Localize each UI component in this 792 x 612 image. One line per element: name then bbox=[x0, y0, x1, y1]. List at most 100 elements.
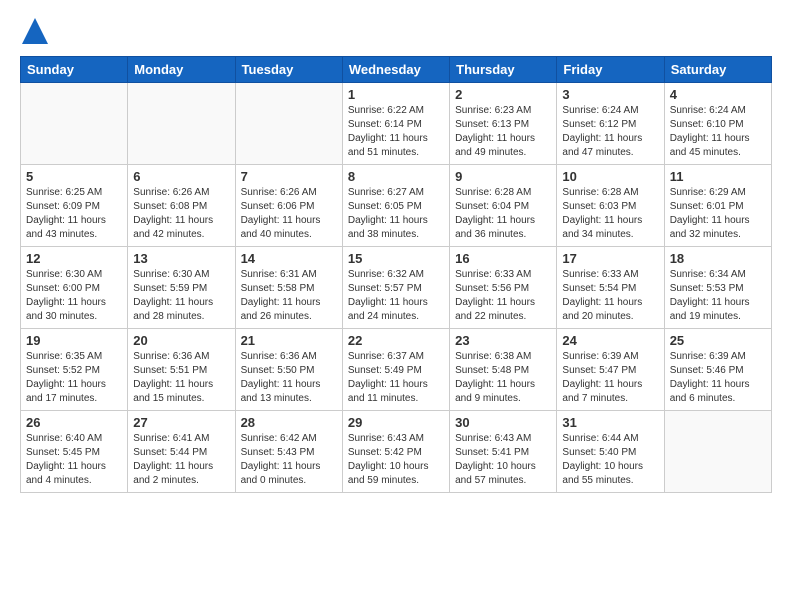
calendar-week-3: 19 Sunrise: 6:35 AM Sunset: 5:52 PM Dayli… bbox=[21, 329, 772, 411]
calendar-table: SundayMondayTuesdayWednesdayThursdayFrid… bbox=[20, 56, 772, 493]
calendar-cell: 25 Sunrise: 6:39 AM Sunset: 5:46 PM Dayli… bbox=[664, 329, 771, 411]
logo bbox=[20, 16, 54, 46]
calendar-cell: 18 Sunrise: 6:34 AM Sunset: 5:53 PM Dayli… bbox=[664, 247, 771, 329]
calendar-header-monday: Monday bbox=[128, 57, 235, 83]
calendar-header-row: SundayMondayTuesdayWednesdayThursdayFrid… bbox=[21, 57, 772, 83]
day-number: 13 bbox=[133, 251, 229, 266]
day-info: Sunrise: 6:22 AM Sunset: 6:14 PM Dayligh… bbox=[348, 104, 444, 160]
day-info: Sunrise: 6:35 AM Sunset: 5:52 PM Dayligh… bbox=[26, 350, 122, 406]
day-number: 20 bbox=[133, 333, 229, 348]
day-number: 21 bbox=[241, 333, 337, 348]
day-number: 10 bbox=[562, 169, 658, 184]
calendar-cell: 22 Sunrise: 6:37 AM Sunset: 5:49 PM Dayli… bbox=[342, 329, 449, 411]
calendar-cell: 11 Sunrise: 6:29 AM Sunset: 6:01 PM Dayli… bbox=[664, 165, 771, 247]
day-number: 5 bbox=[26, 169, 122, 184]
day-number: 24 bbox=[562, 333, 658, 348]
day-number: 18 bbox=[670, 251, 766, 266]
day-number: 25 bbox=[670, 333, 766, 348]
day-info: Sunrise: 6:28 AM Sunset: 6:03 PM Dayligh… bbox=[562, 186, 658, 242]
day-info: Sunrise: 6:39 AM Sunset: 5:46 PM Dayligh… bbox=[670, 350, 766, 406]
header bbox=[20, 16, 772, 46]
day-info: Sunrise: 6:34 AM Sunset: 5:53 PM Dayligh… bbox=[670, 268, 766, 324]
calendar-cell bbox=[128, 83, 235, 165]
day-info: Sunrise: 6:36 AM Sunset: 5:51 PM Dayligh… bbox=[133, 350, 229, 406]
calendar-cell: 17 Sunrise: 6:33 AM Sunset: 5:54 PM Dayli… bbox=[557, 247, 664, 329]
day-number: 15 bbox=[348, 251, 444, 266]
calendar-cell: 14 Sunrise: 6:31 AM Sunset: 5:58 PM Dayli… bbox=[235, 247, 342, 329]
calendar-cell: 4 Sunrise: 6:24 AM Sunset: 6:10 PM Daylig… bbox=[664, 83, 771, 165]
day-info: Sunrise: 6:44 AM Sunset: 5:40 PM Dayligh… bbox=[562, 432, 658, 488]
calendar-week-1: 5Sunrise: 6:25 AM Sunset: 6:09 PM Daylig… bbox=[21, 165, 772, 247]
day-info: Sunrise: 6:30 AM Sunset: 5:59 PM Dayligh… bbox=[133, 268, 229, 324]
calendar-cell: 13 Sunrise: 6:30 AM Sunset: 5:59 PM Dayli… bbox=[128, 247, 235, 329]
calendar-cell: 10 Sunrise: 6:28 AM Sunset: 6:03 PM Dayli… bbox=[557, 165, 664, 247]
day-number: 19 bbox=[26, 333, 122, 348]
calendar-header-friday: Friday bbox=[557, 57, 664, 83]
calendar-header-wednesday: Wednesday bbox=[342, 57, 449, 83]
calendar-header-sunday: Sunday bbox=[21, 57, 128, 83]
day-info: Sunrise: 6:31 AM Sunset: 5:58 PM Dayligh… bbox=[241, 268, 337, 324]
day-number: 29 bbox=[348, 415, 444, 430]
day-number: 12 bbox=[26, 251, 122, 266]
calendar-cell: 23 Sunrise: 6:38 AM Sunset: 5:48 PM Dayli… bbox=[450, 329, 557, 411]
day-number: 8 bbox=[348, 169, 444, 184]
calendar-week-2: 12 Sunrise: 6:30 AM Sunset: 6:00 PM Dayli… bbox=[21, 247, 772, 329]
day-info: Sunrise: 6:37 AM Sunset: 5:49 PM Dayligh… bbox=[348, 350, 444, 406]
calendar-cell: 26Sunrise: 6:40 AM Sunset: 5:45 PM Dayli… bbox=[21, 411, 128, 493]
day-number: 14 bbox=[241, 251, 337, 266]
day-number: 4 bbox=[670, 87, 766, 102]
calendar-header-saturday: Saturday bbox=[664, 57, 771, 83]
day-info: Sunrise: 6:36 AM Sunset: 5:50 PM Dayligh… bbox=[241, 350, 337, 406]
calendar-cell: 15 Sunrise: 6:32 AM Sunset: 5:57 PM Dayli… bbox=[342, 247, 449, 329]
calendar-header-tuesday: Tuesday bbox=[235, 57, 342, 83]
calendar-cell: 31Sunrise: 6:44 AM Sunset: 5:40 PM Dayli… bbox=[557, 411, 664, 493]
calendar-cell: 27 Sunrise: 6:41 AM Sunset: 5:44 PM Dayli… bbox=[128, 411, 235, 493]
calendar-cell: 3Sunrise: 6:24 AM Sunset: 6:12 PM Daylig… bbox=[557, 83, 664, 165]
day-number: 30 bbox=[455, 415, 551, 430]
day-number: 22 bbox=[348, 333, 444, 348]
logo-icon bbox=[20, 16, 50, 46]
day-info: Sunrise: 6:27 AM Sunset: 6:05 PM Dayligh… bbox=[348, 186, 444, 242]
day-number: 28 bbox=[241, 415, 337, 430]
day-number: 7 bbox=[241, 169, 337, 184]
calendar-cell: 21 Sunrise: 6:36 AM Sunset: 5:50 PM Dayli… bbox=[235, 329, 342, 411]
calendar-cell: 19 Sunrise: 6:35 AM Sunset: 5:52 PM Dayli… bbox=[21, 329, 128, 411]
day-info: Sunrise: 6:33 AM Sunset: 5:54 PM Dayligh… bbox=[562, 268, 658, 324]
day-number: 23 bbox=[455, 333, 551, 348]
main-container: SundayMondayTuesdayWednesdayThursdayFrid… bbox=[0, 0, 792, 503]
calendar-cell: 16Sunrise: 6:33 AM Sunset: 5:56 PM Dayli… bbox=[450, 247, 557, 329]
day-info: Sunrise: 6:38 AM Sunset: 5:48 PM Dayligh… bbox=[455, 350, 551, 406]
calendar-cell: 1 Sunrise: 6:22 AM Sunset: 6:14 PM Daylig… bbox=[342, 83, 449, 165]
calendar-cell: 6Sunrise: 6:26 AM Sunset: 6:08 PM Daylig… bbox=[128, 165, 235, 247]
calendar-cell: 2Sunrise: 6:23 AM Sunset: 6:13 PM Daylig… bbox=[450, 83, 557, 165]
day-number: 3 bbox=[562, 87, 658, 102]
day-info: Sunrise: 6:30 AM Sunset: 6:00 PM Dayligh… bbox=[26, 268, 122, 324]
day-info: Sunrise: 6:33 AM Sunset: 5:56 PM Dayligh… bbox=[455, 268, 551, 324]
calendar-cell: 12 Sunrise: 6:30 AM Sunset: 6:00 PM Dayli… bbox=[21, 247, 128, 329]
calendar-cell: 24Sunrise: 6:39 AM Sunset: 5:47 PM Dayli… bbox=[557, 329, 664, 411]
calendar-cell: 8 Sunrise: 6:27 AM Sunset: 6:05 PM Daylig… bbox=[342, 165, 449, 247]
day-number: 11 bbox=[670, 169, 766, 184]
day-number: 17 bbox=[562, 251, 658, 266]
day-info: Sunrise: 6:43 AM Sunset: 5:41 PM Dayligh… bbox=[455, 432, 551, 488]
calendar-cell: 29 Sunrise: 6:43 AM Sunset: 5:42 PM Dayli… bbox=[342, 411, 449, 493]
calendar-cell: 28 Sunrise: 6:42 AM Sunset: 5:43 PM Dayli… bbox=[235, 411, 342, 493]
day-info: Sunrise: 6:43 AM Sunset: 5:42 PM Dayligh… bbox=[348, 432, 444, 488]
calendar-cell: 30 Sunrise: 6:43 AM Sunset: 5:41 PM Dayli… bbox=[450, 411, 557, 493]
day-info: Sunrise: 6:41 AM Sunset: 5:44 PM Dayligh… bbox=[133, 432, 229, 488]
day-info: Sunrise: 6:24 AM Sunset: 6:10 PM Dayligh… bbox=[670, 104, 766, 160]
day-info: Sunrise: 6:29 AM Sunset: 6:01 PM Dayligh… bbox=[670, 186, 766, 242]
calendar-header-thursday: Thursday bbox=[450, 57, 557, 83]
day-info: Sunrise: 6:26 AM Sunset: 6:06 PM Dayligh… bbox=[241, 186, 337, 242]
day-info: Sunrise: 6:42 AM Sunset: 5:43 PM Dayligh… bbox=[241, 432, 337, 488]
day-number: 9 bbox=[455, 169, 551, 184]
calendar-cell: 9 Sunrise: 6:28 AM Sunset: 6:04 PM Daylig… bbox=[450, 165, 557, 247]
day-info: Sunrise: 6:26 AM Sunset: 6:08 PM Dayligh… bbox=[133, 186, 229, 242]
day-number: 1 bbox=[348, 87, 444, 102]
calendar-week-0: 1 Sunrise: 6:22 AM Sunset: 6:14 PM Daylig… bbox=[21, 83, 772, 165]
day-number: 27 bbox=[133, 415, 229, 430]
day-info: Sunrise: 6:28 AM Sunset: 6:04 PM Dayligh… bbox=[455, 186, 551, 242]
calendar-cell bbox=[235, 83, 342, 165]
day-info: Sunrise: 6:32 AM Sunset: 5:57 PM Dayligh… bbox=[348, 268, 444, 324]
calendar-cell: 5Sunrise: 6:25 AM Sunset: 6:09 PM Daylig… bbox=[21, 165, 128, 247]
